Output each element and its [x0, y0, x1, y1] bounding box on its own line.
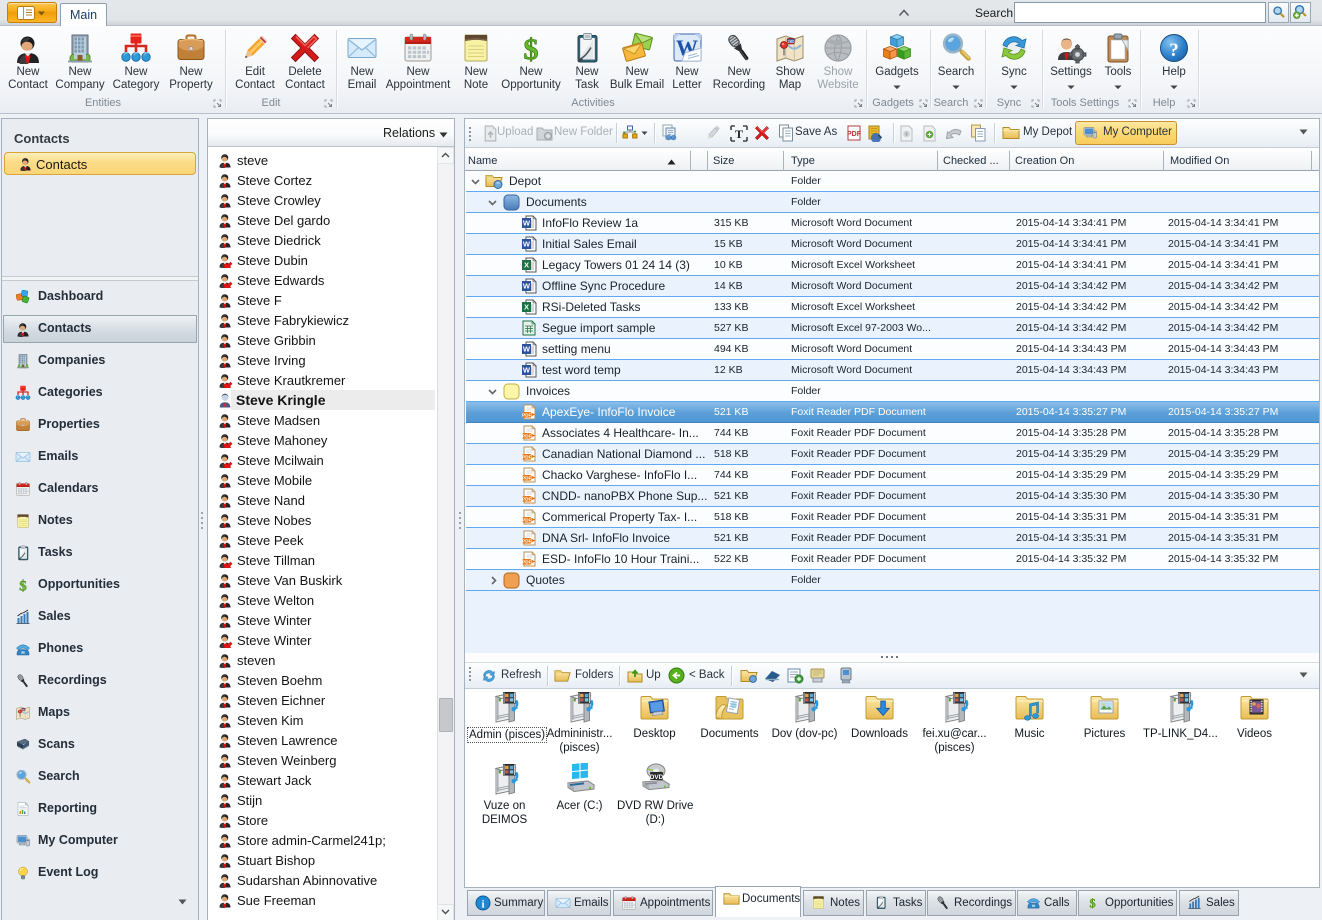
svg-text:T: T — [735, 127, 743, 141]
svg-text:PDF: PDF — [522, 518, 532, 524]
svg-text:W: W — [523, 345, 531, 354]
svg-text:PDF: PDF — [522, 455, 532, 461]
svg-text:DVD: DVD — [649, 774, 663, 781]
svg-text:PDF: PDF — [522, 560, 532, 566]
svg-text:W: W — [523, 282, 531, 291]
svg-text:i: i — [481, 898, 484, 910]
svg-text:X: X — [524, 261, 529, 270]
svg-text:W: W — [523, 219, 531, 228]
svg-text:PDF: PDF — [522, 413, 532, 419]
svg-text:W: W — [523, 240, 531, 249]
svg-text:PDF: PDF — [522, 539, 532, 545]
svg-text:X: X — [524, 303, 529, 312]
svg-text:W: W — [523, 366, 531, 375]
svg-text:PDF: PDF — [847, 131, 861, 138]
svg-text:PDF: PDF — [522, 434, 532, 440]
svg-text:PDF: PDF — [522, 476, 532, 482]
svg-text:PDF: PDF — [522, 497, 532, 503]
